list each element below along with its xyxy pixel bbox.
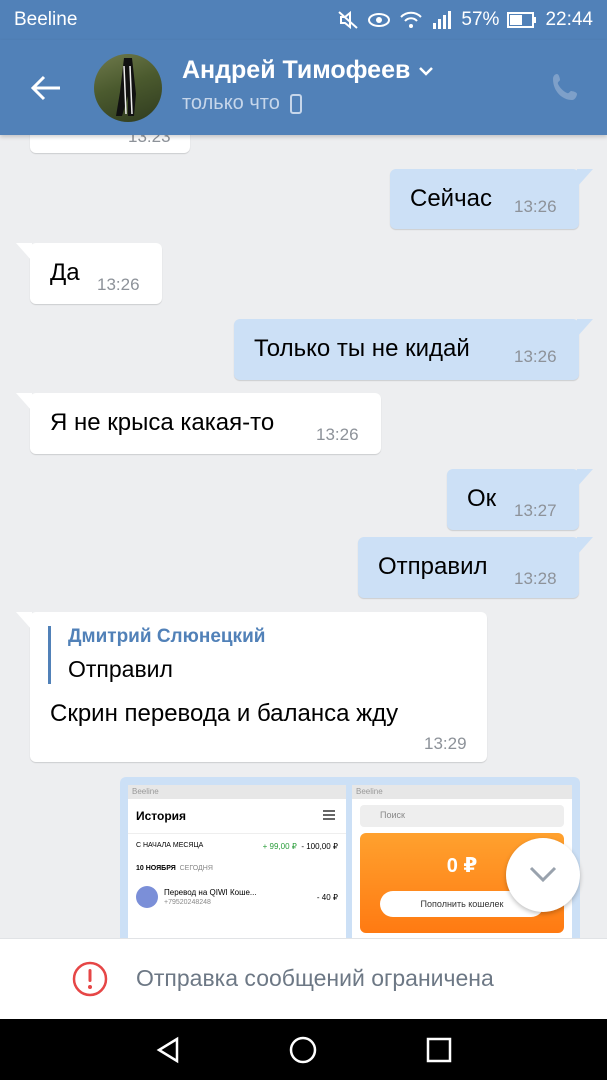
phone-icon[interactable] [549, 70, 583, 104]
reply-author[interactable]: Дмитрий Слюнецкий [68, 626, 265, 648]
message-incoming[interactable]: Я не крыса какая-то 13:26 [16, 393, 381, 454]
send-icon [136, 886, 158, 908]
chevron-down-icon [529, 866, 557, 883]
message-time: 13:26 [514, 197, 557, 216]
mini-search: Поиск [360, 805, 564, 827]
message-incoming[interactable]: 13:23 [30, 135, 190, 153]
chevron-down-icon [419, 66, 434, 76]
wifi-icon [400, 11, 423, 28]
mini-carrier: Beeline [352, 785, 572, 799]
message-outgoing[interactable]: Ок 13:27 [447, 469, 593, 530]
message-text: Только ты не кидай [254, 335, 470, 362]
restriction-text: Отправка сообщений ограничена [136, 965, 494, 991]
mini-tx-phone: +79520248248 [164, 899, 211, 906]
reply-quote-bar [48, 626, 51, 684]
signal-icon [433, 11, 452, 29]
status-icons: 57% 22:44 [337, 9, 593, 31]
mini-period-row: С НАЧАЛА МЕСЯЦА + 99,00 ₽ - 100,00 ₽ [128, 834, 346, 859]
mini-title: История [128, 799, 346, 834]
message-time: 13:26 [97, 275, 140, 294]
messaging-restricted-banner: Отправка сообщений ограничена [0, 938, 607, 1019]
message-text: Да [50, 259, 80, 286]
attachment-left-panel: Beeline История С НАЧАЛА МЕСЯЦА + 99,00 … [128, 785, 346, 938]
mini-tx-info: Перевод на QIWI Коше... +79520248248 [164, 888, 257, 906]
online-status-text: только что [182, 92, 280, 114]
mute-icon [338, 10, 359, 30]
message-time: 13:27 [514, 501, 557, 520]
status-bar: Beeline 57% 22:44 [0, 0, 607, 40]
message-text: Отправил [378, 553, 488, 580]
mini-income: + 99,00 ₽ [262, 842, 297, 851]
avatar-photo [116, 58, 136, 116]
mini-tx-left: Перевод на QIWI Коше... +79520248248 [136, 886, 257, 908]
system-nav-bar [0, 1019, 607, 1080]
contact-status: только что [182, 92, 302, 115]
mini-totals: + 99,00 ₽ - 100,00 ₽ [263, 842, 338, 851]
nav-home-icon[interactable] [288, 1035, 318, 1065]
message-list[interactable]: 13:23 Сейчас 13:26 Да 13:26 Только ты не… [0, 135, 607, 938]
carrier-label: Beeline [14, 9, 78, 30]
mini-carrier: Beeline [128, 785, 346, 799]
contact-name-text: Андрей Тимофеев [182, 56, 411, 84]
avatar[interactable] [94, 54, 162, 122]
message-time: 13:26 [316, 425, 359, 444]
mini-date: 10 НОЯБРЯ СЕГОДНЯ [128, 859, 346, 878]
message-time: 13:28 [514, 569, 557, 588]
battery-icon [507, 12, 537, 28]
clock: 22:44 [545, 9, 593, 30]
alert-icon [72, 961, 108, 997]
message-text: Я не крыса какая-то [50, 409, 275, 436]
message-time: 13:29 [424, 734, 467, 753]
mini-title-text: История [136, 809, 187, 823]
eye-icon [368, 13, 391, 27]
nav-recents-icon[interactable] [424, 1035, 454, 1065]
message-incoming[interactable]: Да 13:26 [16, 243, 162, 304]
message-text: Сейчас [410, 185, 492, 212]
mini-transaction: Перевод на QIWI Коше... +79520248248 - 40… [128, 878, 346, 916]
message-time: 13:26 [514, 347, 557, 366]
mini-period: С НАЧАЛА МЕСЯЦА [136, 842, 204, 849]
chat-header: Андрей Тимофеев только что [0, 40, 607, 135]
message-outgoing[interactable]: Только ты не кидай 13:26 [234, 319, 593, 380]
filter-icon [323, 810, 335, 820]
mobile-icon [289, 93, 302, 114]
mini-date-main: 10 НОЯБРЯ [136, 865, 176, 872]
back-arrow-icon[interactable] [28, 70, 64, 106]
mini-expense: - 100,00 ₽ [301, 842, 338, 851]
message-outgoing[interactable]: Сейчас 13:26 [390, 169, 593, 229]
mini-date-sub: СЕГОДНЯ [179, 865, 213, 872]
scroll-down-button[interactable] [506, 838, 580, 912]
contact-name[interactable]: Андрей Тимофеев [182, 56, 434, 85]
battery-percent: 57% [461, 9, 500, 30]
reply-text: Отправил [68, 656, 173, 682]
message-outgoing[interactable]: Отправил 13:28 [358, 537, 593, 598]
message-text: Ок [467, 485, 497, 512]
message-text: Скрин перевода и баланса жду [50, 700, 399, 727]
message-incoming-with-reply[interactable]: Дмитрий Слюнецкий Отправил Скрин перевод… [16, 612, 487, 762]
nav-back-icon[interactable] [153, 1035, 183, 1065]
mini-tx-amount: - 40 ₽ [316, 892, 338, 902]
message-time: 13:23 [128, 135, 171, 146]
mini-tx-title: Перевод на QIWI Коше... [164, 888, 257, 897]
